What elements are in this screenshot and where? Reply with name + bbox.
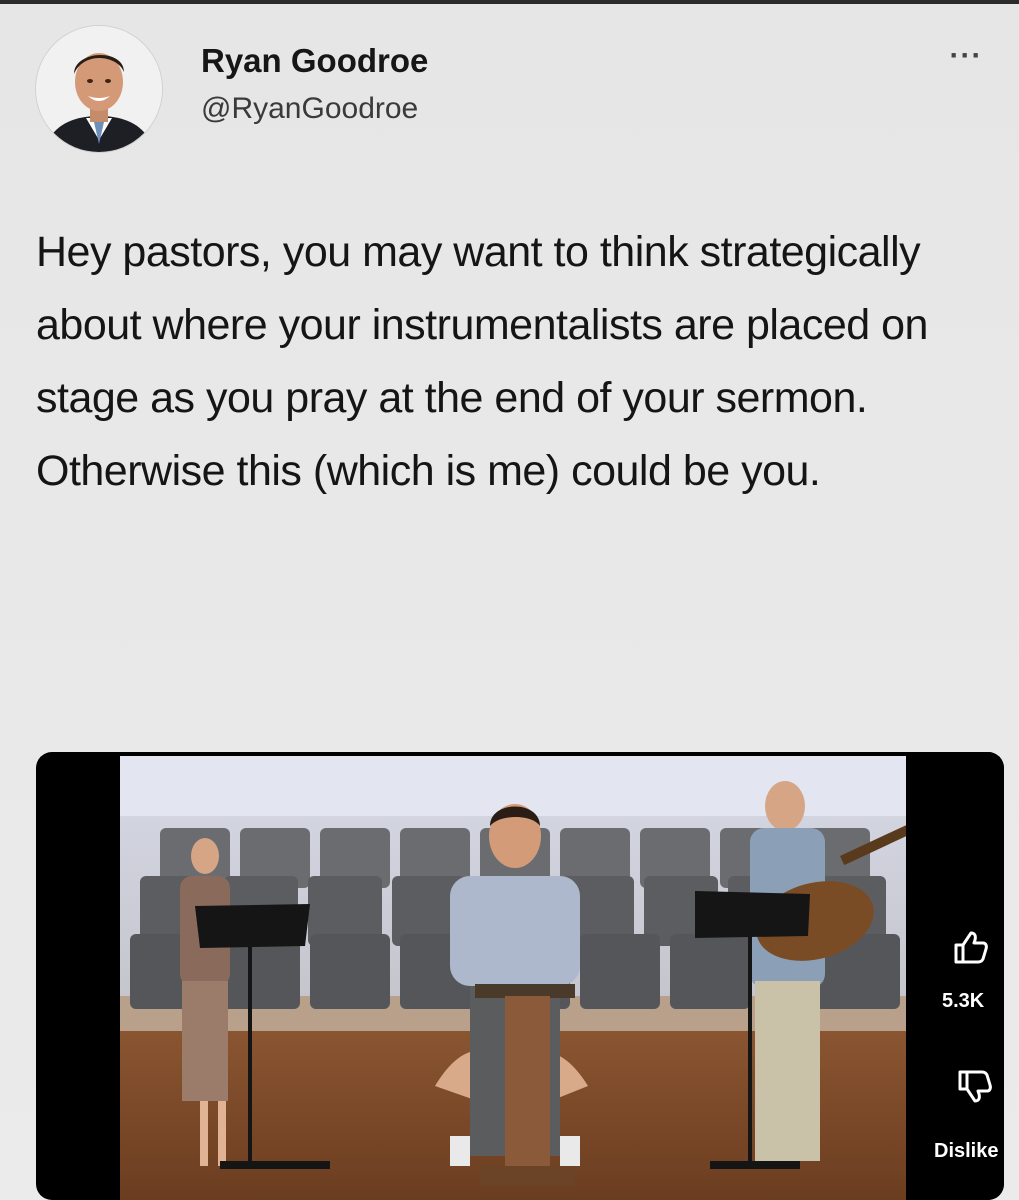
video-action-bar: 5.3K Dislike bbox=[920, 915, 1019, 1200]
thumbs-up-icon bbox=[954, 931, 988, 964]
dislike-button[interactable] bbox=[954, 1067, 994, 1107]
video-media[interactable] bbox=[36, 752, 1004, 1200]
tweet-screenshot: Ryan Goodroe @RyanGoodroe ··· Hey pastor… bbox=[0, 0, 1019, 1200]
top-border bbox=[0, 0, 1019, 4]
video-still bbox=[120, 756, 906, 1200]
avatar[interactable] bbox=[36, 26, 162, 152]
like-count: 5.3K bbox=[942, 990, 985, 1012]
author-display-name[interactable]: Ryan Goodroe bbox=[201, 42, 428, 80]
tweet-header: Ryan Goodroe @RyanGoodroe ··· bbox=[36, 26, 986, 156]
more-options-button[interactable]: ··· bbox=[941, 38, 991, 78]
tweet-text: Hey pastors, you may want to think strat… bbox=[36, 228, 928, 495]
thumbs-down-icon bbox=[958, 1070, 992, 1103]
like-button[interactable] bbox=[950, 927, 990, 967]
avatar-photo bbox=[36, 26, 162, 152]
dislike-label: Dislike bbox=[934, 1140, 999, 1162]
author-handle[interactable]: @RyanGoodroe bbox=[201, 92, 418, 126]
more-options-icon: ··· bbox=[949, 39, 983, 72]
